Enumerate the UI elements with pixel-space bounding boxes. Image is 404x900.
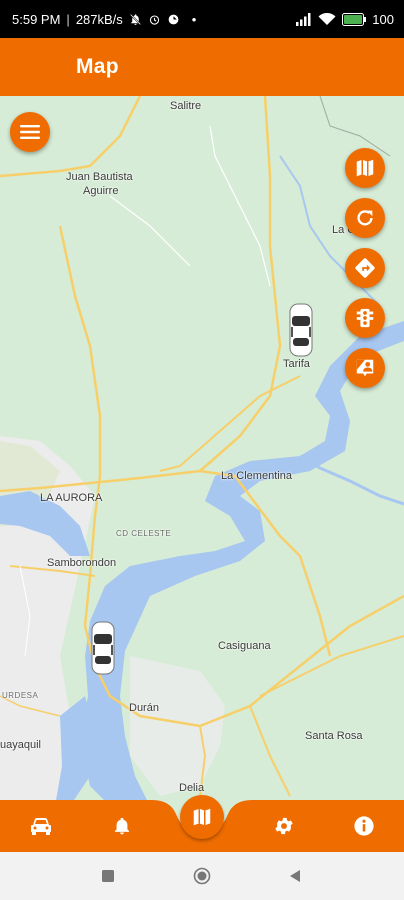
place-label: Santa Rosa (305, 730, 363, 742)
traffic-button[interactable] (345, 298, 385, 338)
traffic-light-icon (356, 308, 374, 328)
place-label: Salitre (170, 100, 202, 112)
menu-button[interactable] (10, 112, 50, 152)
app-bar: Map (0, 38, 404, 96)
person-pin-button[interactable] (345, 348, 385, 388)
nav-info[interactable] (350, 812, 378, 840)
home-button[interactable] (193, 867, 211, 885)
status-time: 5:59 PM (12, 11, 61, 27)
map-type-button[interactable] (345, 148, 385, 188)
place-label: URDESA (2, 691, 39, 700)
nav-notifications[interactable] (108, 812, 136, 840)
status-network-speed: 287kB/s (75, 11, 123, 27)
bell-off-icon (129, 13, 142, 26)
car-icon (91, 621, 115, 675)
battery-icon (342, 12, 367, 26)
refresh-button[interactable] (345, 198, 385, 238)
car-marker[interactable] (288, 302, 314, 363)
map-icon (193, 808, 211, 826)
nav-settings[interactable] (270, 812, 298, 840)
nav-map[interactable] (180, 795, 224, 839)
place-label: Aguirre (83, 185, 119, 197)
data-saver-icon (167, 13, 180, 26)
system-nav-bar (0, 852, 404, 900)
signal-icon (296, 12, 312, 26)
car-icon (289, 303, 313, 357)
place-label: Juan Bautista (66, 171, 133, 183)
place-label: Samborondon (47, 557, 117, 569)
person-pin-icon (356, 359, 374, 377)
menu-icon (20, 125, 40, 139)
car-icon (31, 818, 51, 835)
back-button[interactable] (287, 868, 303, 884)
place-label: Durán (129, 702, 159, 714)
directions-icon (355, 258, 375, 278)
back-icon (290, 870, 300, 882)
place-label: LA AURORA (40, 492, 103, 504)
page-title: Map (76, 55, 119, 78)
home-icon (193, 867, 211, 885)
refresh-icon (357, 210, 373, 226)
info-icon (354, 816, 374, 836)
alarm-icon (148, 13, 161, 26)
nav-vehicles[interactable] (27, 812, 55, 840)
directions-button[interactable] (345, 248, 385, 288)
place-label: La Clementina (221, 470, 292, 482)
recents-button[interactable] (100, 868, 116, 884)
map-view[interactable]: Salitre Juan Bautista Aguirre La Clem Ta… (0, 96, 404, 806)
map-background (0, 96, 404, 806)
wifi-icon (318, 12, 336, 26)
place-label: uayaquil (0, 739, 41, 751)
place-label: CD CELESTE (116, 529, 172, 538)
recents-icon (102, 870, 114, 882)
place-label: Casiguana (218, 640, 271, 652)
car-marker[interactable] (90, 620, 116, 681)
status-bar: 5:59 PM | 287kB/s • 100 (0, 0, 404, 38)
gear-icon (275, 817, 293, 835)
map-icon (356, 159, 374, 177)
bell-icon (114, 817, 130, 835)
battery-level: 100 (372, 11, 394, 27)
place-label: Delia (179, 782, 205, 794)
